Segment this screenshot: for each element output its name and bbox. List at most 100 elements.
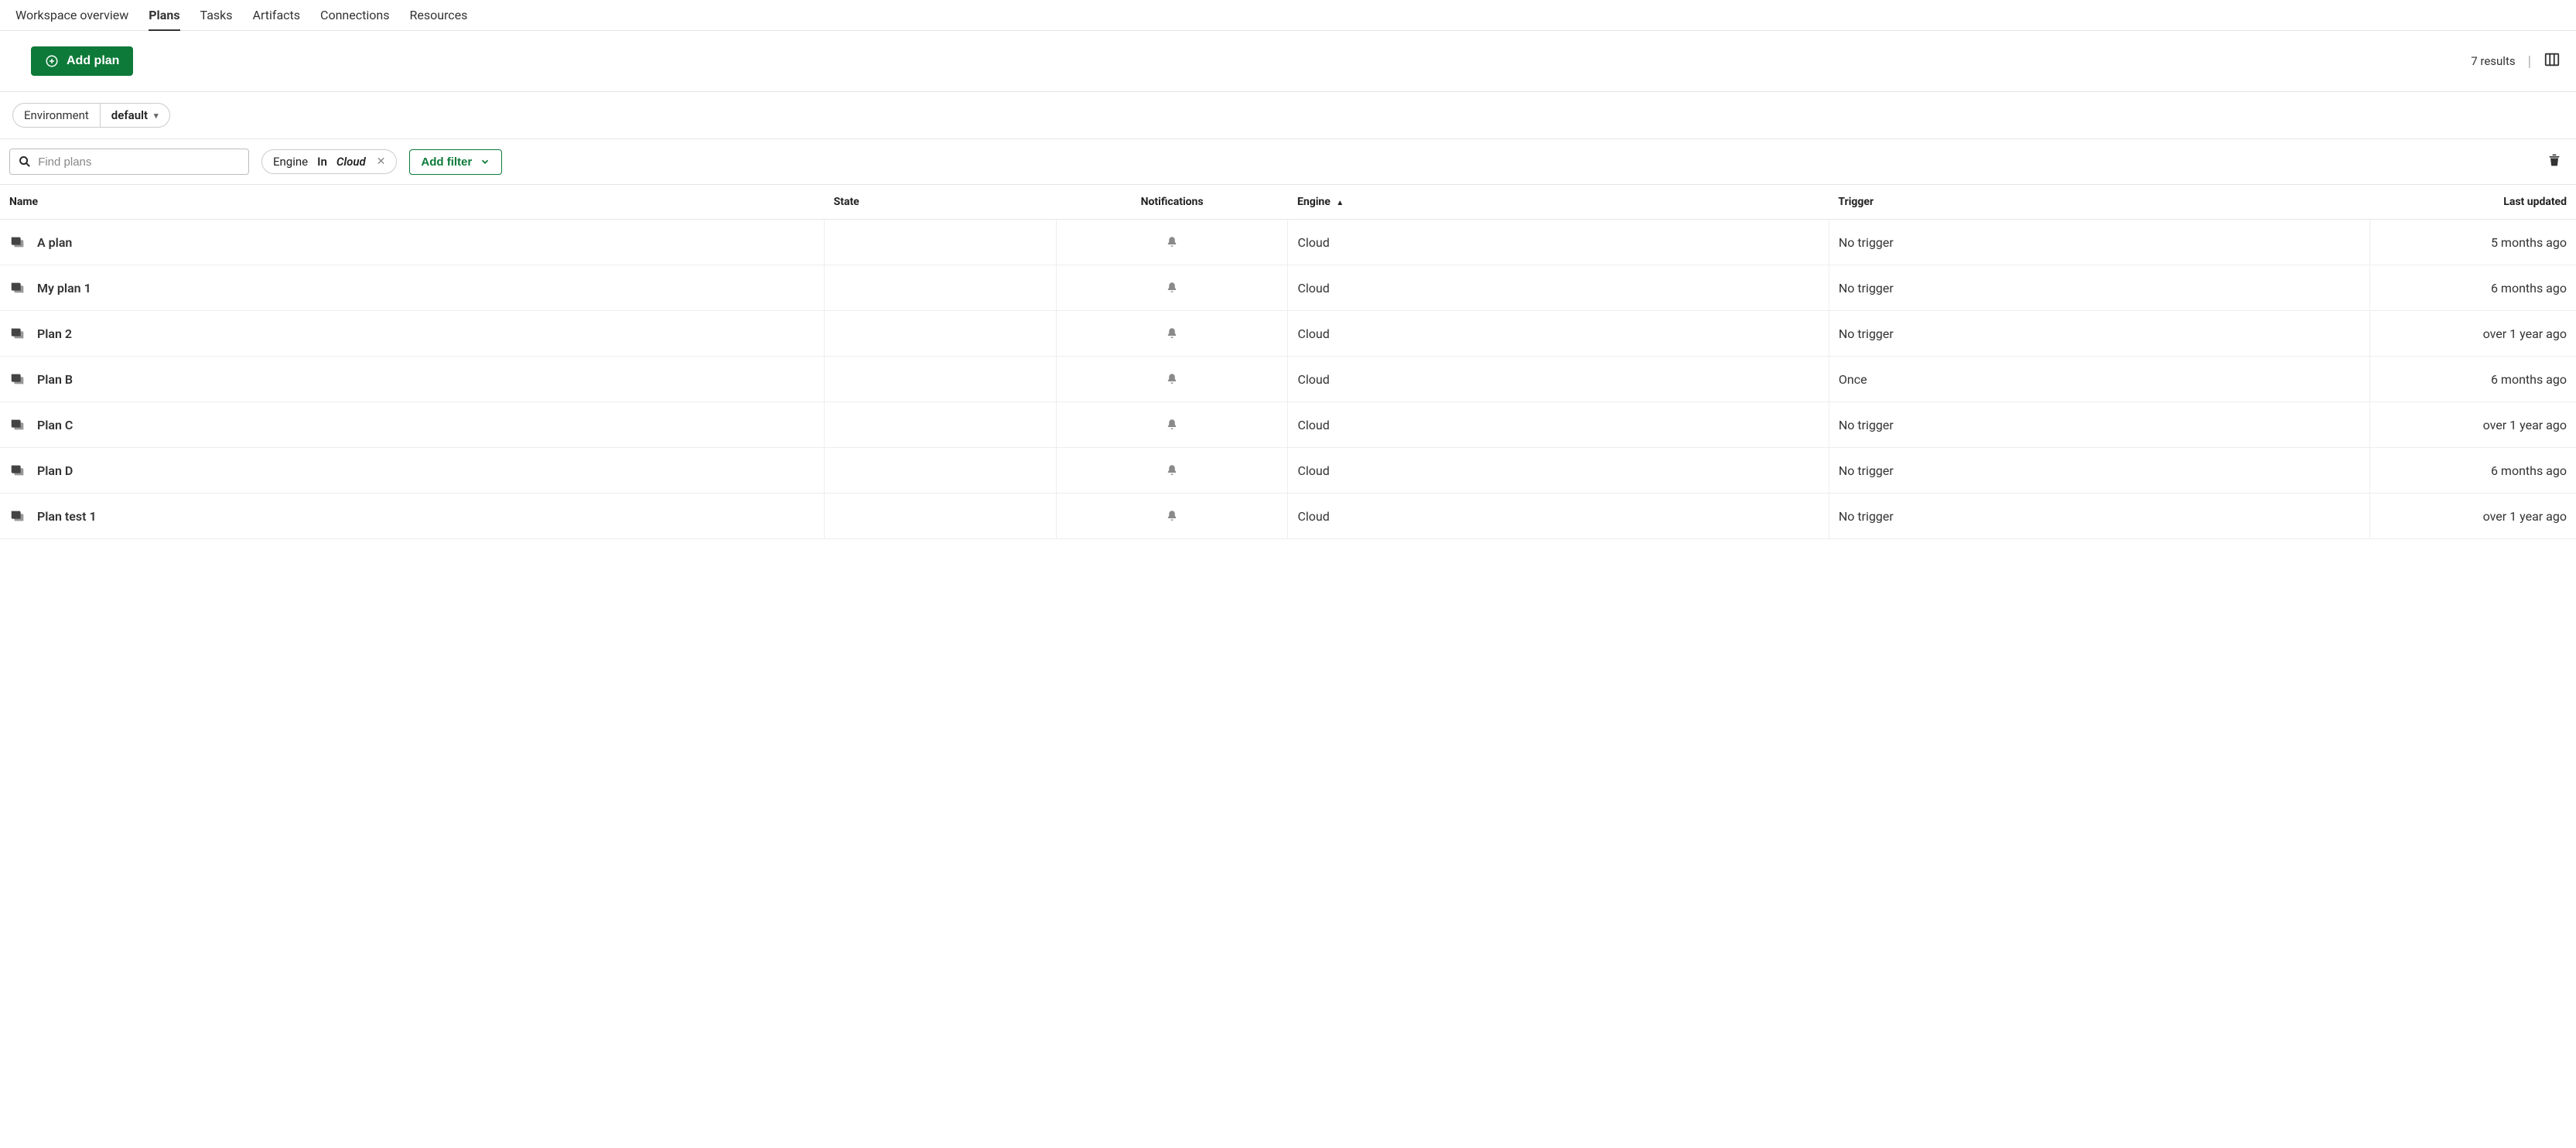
cell-engine: Cloud bbox=[1288, 220, 1829, 265]
results-count: 7 results bbox=[2471, 54, 2515, 68]
tab-connections[interactable]: Connections bbox=[320, 0, 389, 30]
cell-notifications[interactable] bbox=[1056, 402, 1288, 448]
cell-trigger: No trigger bbox=[1829, 494, 2369, 539]
filter-value: Cloud bbox=[337, 155, 366, 169]
add-filter-button[interactable]: Add filter bbox=[409, 149, 502, 175]
tab-resources[interactable]: Resources bbox=[409, 0, 467, 30]
environment-selector[interactable]: Environment default ▾ bbox=[12, 103, 170, 128]
bell-icon bbox=[1165, 372, 1179, 386]
cell-engine: Cloud bbox=[1288, 448, 1829, 494]
plan-name: Plan C bbox=[37, 418, 73, 432]
cell-last-updated: 6 months ago bbox=[2370, 448, 2576, 494]
plan-icon bbox=[9, 462, 26, 479]
col-notifications[interactable]: Notifications bbox=[1056, 185, 1288, 220]
plan-icon bbox=[9, 234, 26, 251]
col-trigger[interactable]: Trigger bbox=[1829, 185, 2369, 220]
search-icon bbox=[18, 154, 32, 169]
trash-icon bbox=[2547, 152, 2562, 168]
cell-engine: Cloud bbox=[1288, 311, 1829, 357]
add-plan-button[interactable]: Add plan bbox=[31, 46, 133, 76]
cell-notifications[interactable] bbox=[1056, 220, 1288, 265]
filter-op: In bbox=[317, 155, 327, 169]
col-state[interactable]: State bbox=[825, 185, 1057, 220]
cell-state bbox=[825, 357, 1057, 402]
col-engine[interactable]: Engine ▲ bbox=[1288, 185, 1829, 220]
divider: | bbox=[2528, 53, 2531, 70]
filter-chip-engine[interactable]: Engine In Cloud ✕ bbox=[261, 149, 397, 174]
tab-artifacts[interactable]: Artifacts bbox=[253, 0, 301, 30]
plan-name: Plan 2 bbox=[37, 326, 72, 341]
cell-notifications[interactable] bbox=[1056, 311, 1288, 357]
cell-state bbox=[825, 448, 1057, 494]
col-last-updated[interactable]: Last updated bbox=[2370, 185, 2576, 220]
remove-filter-button[interactable]: ✕ bbox=[377, 155, 386, 168]
cell-state bbox=[825, 311, 1057, 357]
plan-name: A plan bbox=[37, 235, 72, 250]
cell-last-updated: 6 months ago bbox=[2370, 357, 2576, 402]
cell-notifications[interactable] bbox=[1056, 448, 1288, 494]
clear-filters-button[interactable] bbox=[2547, 152, 2562, 171]
chevron-down-icon bbox=[480, 156, 490, 167]
cell-trigger: No trigger bbox=[1829, 402, 2369, 448]
environment-value: default bbox=[111, 108, 148, 122]
plus-circle-icon bbox=[45, 54, 59, 68]
cell-state bbox=[825, 402, 1057, 448]
cell-state bbox=[825, 494, 1057, 539]
plan-icon bbox=[9, 325, 26, 342]
cell-engine: Cloud bbox=[1288, 357, 1829, 402]
cell-state bbox=[825, 220, 1057, 265]
table-row[interactable]: Plan C CloudNo triggerover 1 year ago bbox=[0, 402, 2576, 448]
bell-icon bbox=[1165, 281, 1179, 295]
plans-table: Name State Notifications Engine ▲ Trigge… bbox=[0, 185, 2576, 539]
add-plan-label: Add plan bbox=[67, 54, 119, 68]
plan-name: Plan test 1 bbox=[37, 509, 97, 524]
plan-icon bbox=[9, 371, 26, 388]
cell-trigger: No trigger bbox=[1829, 311, 2369, 357]
add-filter-label: Add filter bbox=[421, 155, 472, 169]
plan-icon bbox=[9, 507, 26, 524]
table-row[interactable]: Plan BCloudOnce6 months ago bbox=[0, 357, 2576, 402]
columns-button[interactable] bbox=[2544, 51, 2561, 71]
cell-trigger: No trigger bbox=[1829, 265, 2369, 311]
search-box[interactable] bbox=[9, 149, 249, 175]
cell-last-updated: 6 months ago bbox=[2370, 265, 2576, 311]
columns-icon bbox=[2544, 51, 2561, 68]
top-tabs: Workspace overview Plans Tasks Artifacts Con… bbox=[0, 0, 2576, 31]
environment-label: Environment bbox=[13, 104, 100, 127]
tab-plans[interactable]: Plans bbox=[149, 0, 179, 30]
cell-trigger: No trigger bbox=[1829, 448, 2369, 494]
col-name[interactable]: Name bbox=[0, 185, 825, 220]
cell-engine: Cloud bbox=[1288, 265, 1829, 311]
environment-row: Environment default ▾ bbox=[0, 92, 2576, 139]
bell-icon bbox=[1165, 463, 1179, 477]
cell-notifications[interactable] bbox=[1056, 265, 1288, 311]
plan-name: My plan 1 bbox=[37, 281, 91, 296]
bell-icon bbox=[1165, 509, 1179, 523]
bell-icon bbox=[1165, 418, 1179, 432]
table-row[interactable]: Plan test 1CloudNo triggerover 1 year ag… bbox=[0, 494, 2576, 539]
tab-workspace-overview[interactable]: Workspace overview bbox=[15, 0, 128, 30]
cell-state bbox=[825, 265, 1057, 311]
cell-trigger: No trigger bbox=[1829, 220, 2369, 265]
cell-last-updated: over 1 year ago bbox=[2370, 402, 2576, 448]
plan-icon bbox=[9, 279, 26, 296]
cell-last-updated: over 1 year ago bbox=[2370, 494, 2576, 539]
table-row[interactable]: Plan 2 CloudNo triggerover 1 year ago bbox=[0, 311, 2576, 357]
plan-name: Plan B bbox=[37, 372, 73, 387]
search-input[interactable] bbox=[38, 155, 241, 169]
cell-notifications[interactable] bbox=[1056, 494, 1288, 539]
cell-engine: Cloud bbox=[1288, 402, 1829, 448]
cell-notifications[interactable] bbox=[1056, 357, 1288, 402]
bell-icon bbox=[1165, 235, 1179, 249]
filter-row: Engine In Cloud ✕ Add filter bbox=[0, 139, 2576, 185]
plan-icon bbox=[9, 416, 26, 433]
table-row[interactable]: My plan 1 CloudNo trigger6 months ago bbox=[0, 265, 2576, 311]
cell-last-updated: over 1 year ago bbox=[2370, 311, 2576, 357]
plan-name: Plan D bbox=[37, 463, 73, 478]
toolbar: Add plan 7 results | bbox=[0, 31, 2576, 92]
chevron-down-icon: ▾ bbox=[154, 111, 159, 121]
tab-tasks[interactable]: Tasks bbox=[200, 0, 233, 30]
table-row[interactable]: A planCloudNo trigger5 months ago bbox=[0, 220, 2576, 265]
table-row[interactable]: Plan D CloudNo trigger6 months ago bbox=[0, 448, 2576, 494]
bell-icon bbox=[1165, 326, 1179, 340]
